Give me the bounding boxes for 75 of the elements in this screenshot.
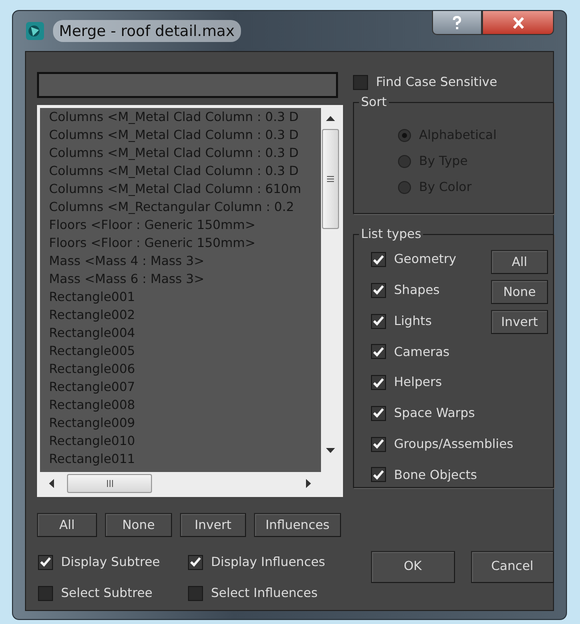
checkbox[interactable] [371,282,386,298]
list-item[interactable]: Mass <Mass 6 : Mass 3> [49,270,321,288]
radio-button[interactable] [398,129,411,142]
checkbox[interactable] [371,344,386,360]
list-button[interactable]: Invert [180,513,246,537]
checkbox[interactable] [38,554,53,570]
scroll-down-icon[interactable] [326,448,335,454]
checkbox[interactable] [353,74,368,90]
type-button[interactable]: None [491,280,548,304]
checkbox[interactable] [188,586,203,601]
type-label[interactable]: Helpers [394,373,442,392]
list-item[interactable]: Columns <M_Metal Clad Column : 0.3 D [49,162,321,180]
list-button[interactable]: All [37,513,97,537]
checkbox[interactable] [371,436,386,452]
close-button[interactable] [482,11,554,35]
option-label[interactable]: Select Influences [211,584,318,602]
checkbox[interactable] [188,554,203,570]
option-label[interactable]: Select Subtree [61,584,152,602]
type-label[interactable]: Cameras [394,342,450,362]
type-label[interactable]: Lights [394,312,432,330]
scroll-thumb[interactable] [67,474,152,492]
list-item[interactable]: Columns <M_Rectangular Column : 0.2 [49,198,321,216]
list-button[interactable]: Influences [254,513,341,537]
type-label[interactable]: Geometry [394,250,456,269]
list-item[interactable]: Rectangle002 [49,306,321,324]
app-icon [25,21,45,41]
list-item[interactable]: Columns <M_Metal Clad Column : 0.3 D [49,144,321,162]
list-item[interactable]: Rectangle008 [49,396,321,414]
group-title: List types [360,228,422,240]
checkbox[interactable] [371,252,386,268]
help-icon [452,16,462,30]
list-item[interactable]: Rectangle006 [49,360,321,378]
radio-button[interactable] [398,154,411,168]
scroll-up-icon[interactable] [326,115,335,121]
group-title: Sort [360,96,388,108]
list-item[interactable]: Rectangle011 [49,450,321,468]
dialog-button[interactable]: OK [371,550,454,583]
type-label[interactable]: Space Warps [394,404,475,423]
list-item[interactable]: Columns <M_Metal Clad Column : 0.3 D [49,108,321,126]
list-item[interactable]: Rectangle004 [49,324,321,342]
grip-icon [327,176,334,182]
option-label[interactable]: Display Subtree [61,553,160,572]
scroll-right-icon[interactable] [306,478,312,488]
close-icon [512,16,524,28]
checkbox[interactable] [38,586,53,601]
scroll-thumb[interactable] [322,129,339,229]
option-label[interactable]: Display Influences [211,553,326,572]
type-button[interactable]: All [491,250,548,274]
checkbox[interactable] [371,467,386,482]
radio-button[interactable] [398,180,411,194]
type-label[interactable]: Bone Objects [394,466,478,484]
help-button[interactable] [432,11,482,35]
grip-icon [106,480,112,486]
search-field[interactable] [37,72,338,98]
list-item[interactable]: Floors <Floor : Generic 150mm> [49,216,321,234]
window-title: Merge - roof detail.max [53,20,241,42]
type-label[interactable]: Groups/Assemblies [394,434,514,454]
list-item[interactable]: Rectangle007 [49,378,321,396]
option-label[interactable]: Find Case Sensitive [376,73,498,92]
type-label[interactable]: Shapes [394,281,440,300]
list-item[interactable]: Rectangle009 [49,414,321,432]
scroll-left-icon[interactable] [48,478,54,488]
list-item[interactable]: Mass <Mass 4 : Mass 3> [49,252,321,270]
list-button[interactable]: None [105,513,172,537]
list-item[interactable]: Rectangle010 [49,432,321,450]
checkbox[interactable] [371,375,386,390]
list-item[interactable]: Columns <M_Metal Clad Column : 610m [49,180,321,198]
list-item[interactable]: Columns <M_Metal Clad Column : 0.3 D [49,126,321,144]
list-item[interactable]: Floors <Floor : Generic 150mm> [49,234,321,252]
type-button[interactable]: Invert [491,310,548,334]
list-item[interactable]: Rectangle005 [49,342,321,360]
checkbox[interactable] [371,406,386,421]
dialog-button[interactable]: Cancel [470,550,554,583]
checkbox[interactable] [371,314,386,329]
list-item[interactable]: Rectangle001 [49,288,321,306]
